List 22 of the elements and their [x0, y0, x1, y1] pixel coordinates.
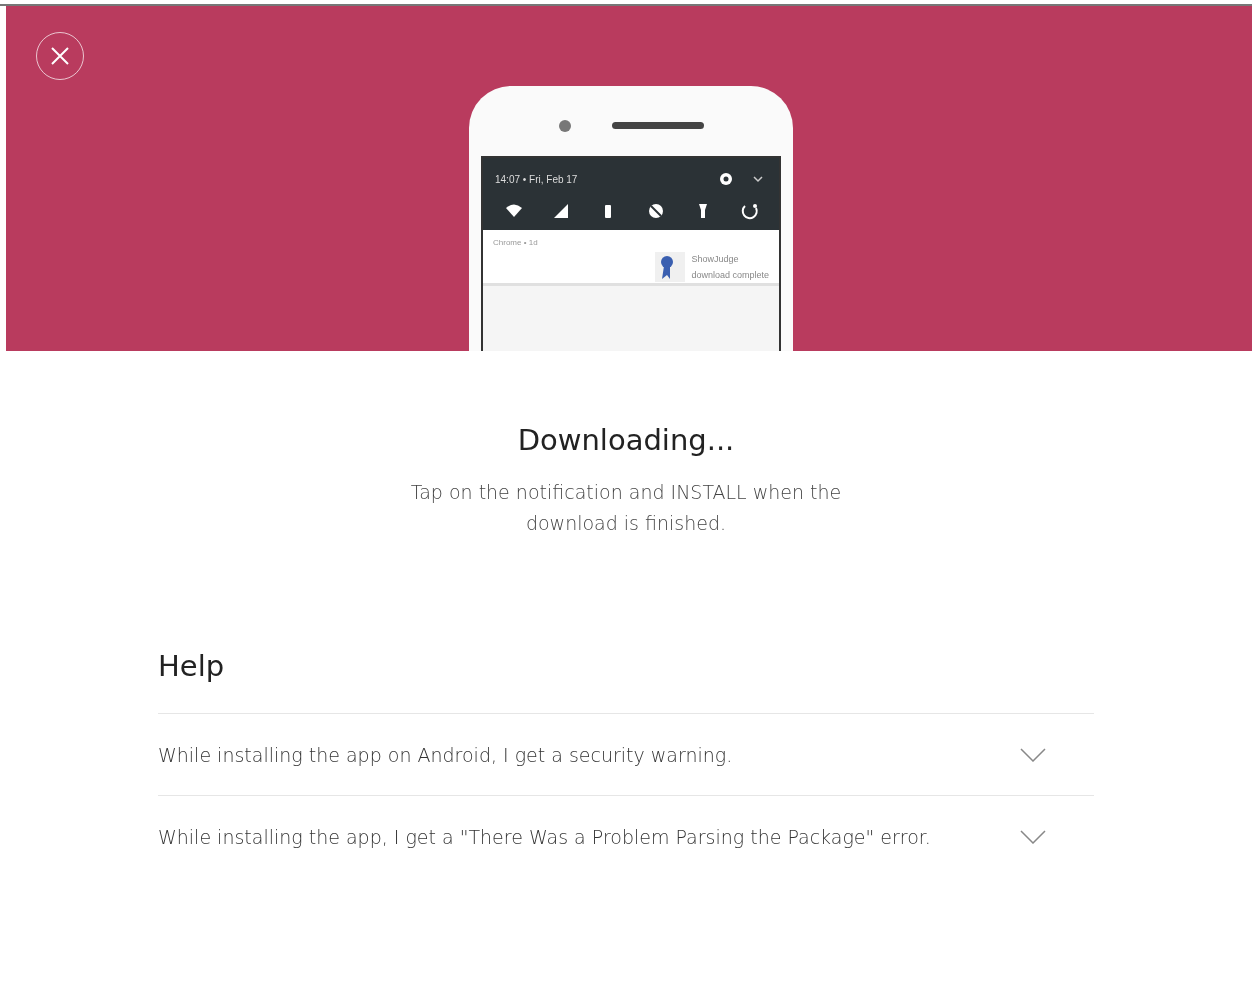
- camera-icon: [558, 119, 572, 133]
- page-title: Downloading...: [517, 423, 735, 457]
- speaker-icon: [612, 122, 704, 130]
- settings-icon[interactable]: [717, 170, 735, 188]
- chevron-icon: [1020, 829, 1046, 844]
- notification-card[interactable]: Chrome • 1d ShowJudge download complete: [483, 230, 779, 286]
- chevron-icon: [1020, 747, 1046, 762]
- notification-app: Chrome • 1d: [493, 238, 539, 247]
- faq-question: While installing the app, I get a "There Was a Problem Parsing the Package" error.: [158, 825, 931, 848]
- status-time: 14:07 • Fri, Feb 17: [495, 173, 578, 185]
- close-icon: [50, 46, 70, 66]
- faq-item[interactable]: While installing the app on Android, I get a security warning.: [158, 713, 1094, 795]
- ribbon-icon: [655, 252, 686, 282]
- notification-text: download complete: [691, 269, 769, 282]
- instruction-text: Tap on the notification and INSTALL when the download is finished.: [409, 480, 843, 536]
- help-heading: Help: [158, 649, 226, 683]
- signal-icon[interactable]: [552, 202, 571, 220]
- faq-item[interactable]: While installing the app, I get a "There Was a Problem Parsing the Package" error.: [158, 795, 1094, 877]
- faq-question: While installing the app on Android, I get a security warning.: [158, 743, 733, 766]
- data-saver-icon[interactable]: [646, 202, 665, 220]
- notification-title: ShowJudge: [691, 253, 740, 266]
- rotate-icon[interactable]: [740, 202, 759, 220]
